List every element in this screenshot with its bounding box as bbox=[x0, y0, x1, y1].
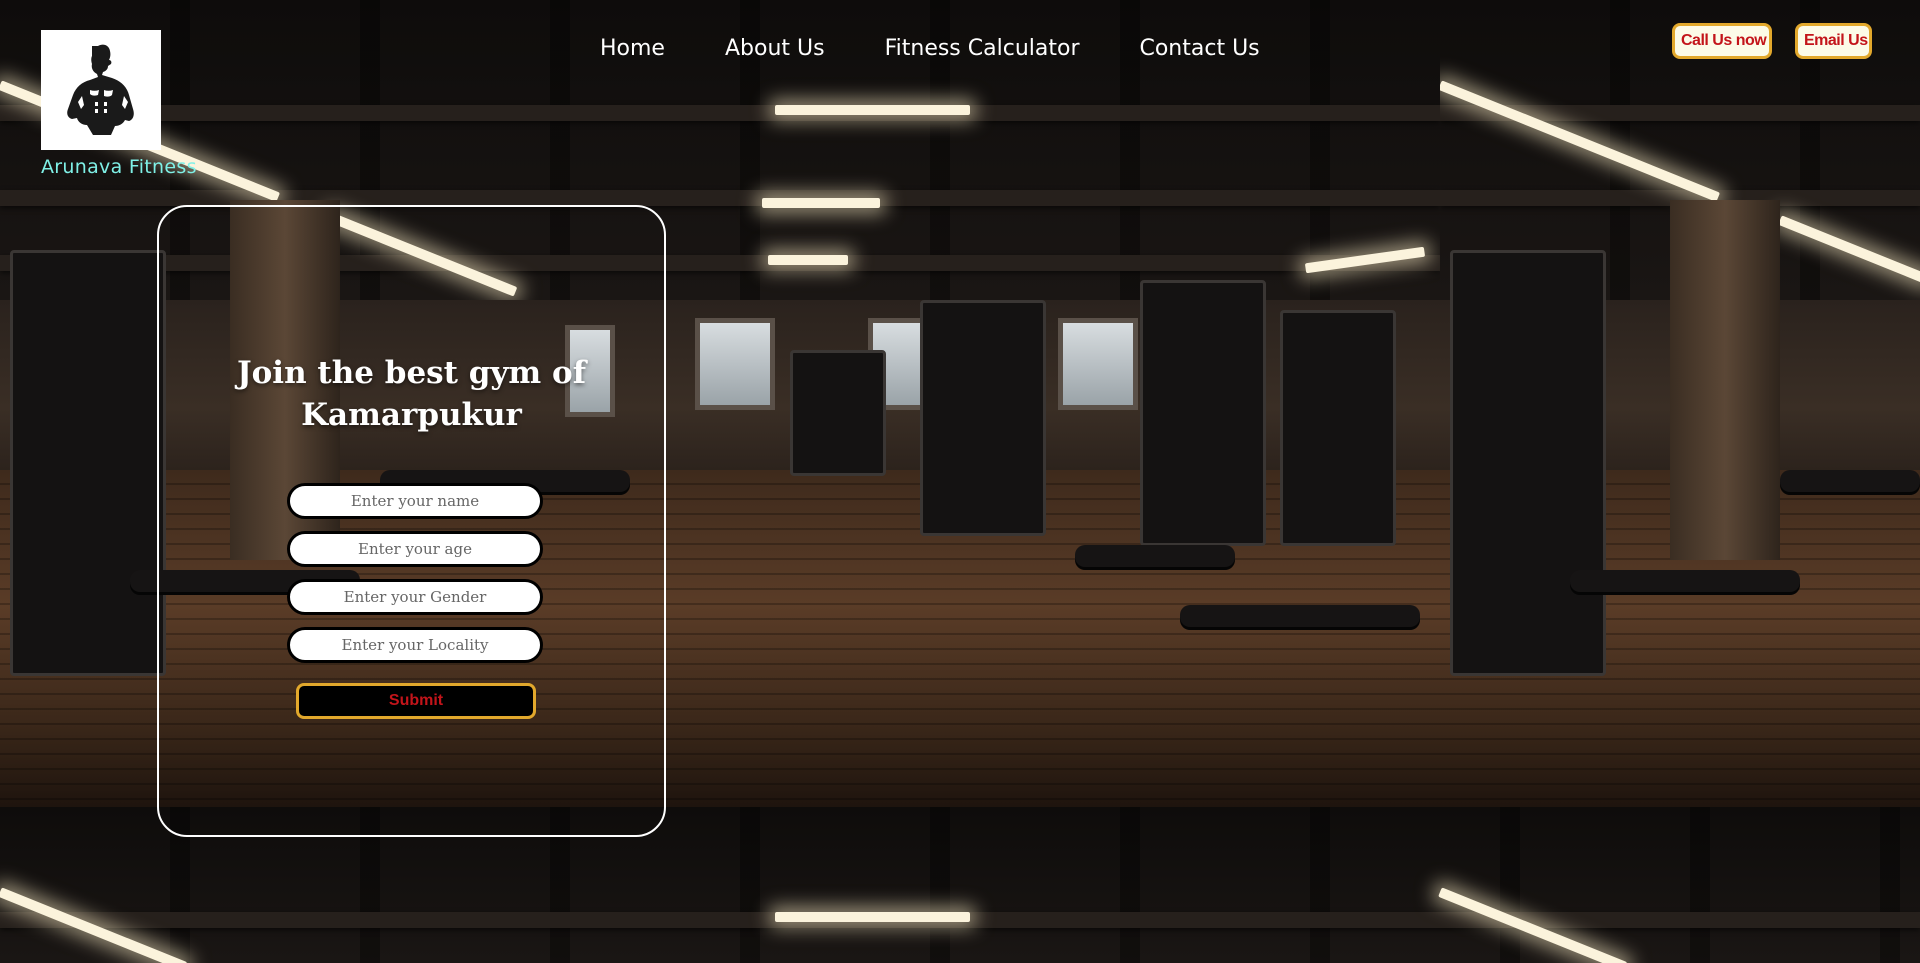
gym-background-image-repeat bbox=[1440, 0, 1920, 807]
call-us-button[interactable]: Call Us now bbox=[1672, 23, 1772, 59]
nav-home[interactable]: Home bbox=[600, 36, 665, 61]
bodybuilder-logo-icon bbox=[67, 44, 134, 135]
nav-about-us[interactable]: About Us bbox=[725, 36, 825, 61]
signup-card: Join the best gym of Kamarpukur Submit bbox=[157, 205, 666, 837]
brand-name: Arunava Fitness bbox=[41, 156, 197, 178]
signup-title-line-2: Kamarpukur bbox=[301, 397, 522, 433]
age-input[interactable] bbox=[287, 531, 543, 567]
signup-title-line-1: Join the best gym of bbox=[236, 355, 587, 391]
submit-button[interactable]: Submit bbox=[296, 683, 536, 719]
signup-title: Join the best gym of Kamarpukur bbox=[159, 352, 664, 436]
locality-input[interactable] bbox=[287, 627, 543, 663]
name-input[interactable] bbox=[287, 483, 543, 519]
logo[interactable] bbox=[41, 30, 161, 150]
nav-contact-us[interactable]: Contact Us bbox=[1139, 36, 1259, 61]
main-nav: Home About Us Fitness Calculator Contact… bbox=[600, 36, 1320, 61]
gender-input[interactable] bbox=[287, 579, 543, 615]
nav-fitness-calculator[interactable]: Fitness Calculator bbox=[885, 36, 1080, 61]
email-us-button[interactable]: Email Us bbox=[1795, 23, 1872, 59]
